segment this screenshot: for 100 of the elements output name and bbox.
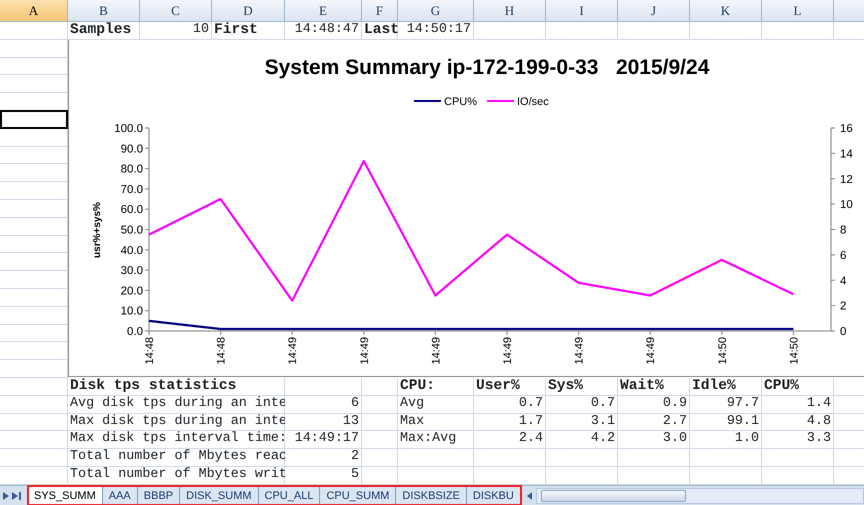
next-sheet-icon[interactable] (3, 492, 9, 500)
axis-tick-label: 4 (840, 275, 846, 288)
table-cell: 10 (140, 22, 212, 40)
axis-tick-label: 14:49 (574, 337, 586, 365)
scroll-left-icon[interactable] (526, 492, 532, 500)
column-header[interactable]: A (0, 0, 68, 22)
axis-tick-label: 2 (840, 300, 846, 313)
sheet-tab[interactable]: CPU_SUMM (320, 486, 396, 505)
sheet-tab[interactable]: SYS_SUMM (28, 486, 103, 505)
axis-tick-label: 60.0 (120, 204, 143, 216)
column-header[interactable]: K (690, 0, 762, 22)
table-cell: 0.7 (546, 396, 618, 414)
sheet-tab[interactable]: DISK_SUMM (180, 486, 259, 505)
table-cell: 3.1 (546, 414, 618, 432)
table-cell: 2 (285, 449, 362, 467)
sheet-tab[interactable]: CPU_ALL (258, 486, 320, 505)
table-cell: 5 (285, 466, 362, 485)
column-header[interactable]: E (285, 0, 362, 22)
table-cell: Max:Avg (398, 431, 474, 450)
column-header[interactable]: G (398, 0, 474, 22)
table-cell: Sys% (546, 378, 618, 396)
table-cell: Max disk tps during an inte (68, 414, 285, 432)
table-cell: Last (362, 22, 398, 40)
axis-tick-label: 50.0 (120, 224, 143, 236)
table-cell: CPU: (398, 378, 474, 396)
horizontal-scrollbar[interactable] (536, 488, 864, 504)
table-cell: Disk tps statistics (68, 378, 285, 396)
axis-tick-label: 0.0 (127, 326, 143, 338)
column-header[interactable]: J (618, 0, 690, 22)
axis-tick-label: 14:50 (716, 337, 729, 365)
table-cell: 0.7 (474, 396, 546, 414)
axis-tick-label: 8 (840, 224, 846, 236)
axis-tick-label: 70.0 (120, 184, 143, 196)
column-header[interactable]: C (140, 0, 212, 22)
axis-tick-label: 80.0 (120, 164, 143, 176)
table-cell: Max disk tps interval time: (68, 431, 285, 450)
sheet-tab[interactable]: DISKBU (466, 486, 521, 505)
column-header[interactable] (834, 0, 864, 22)
table-cell: 0.9 (618, 396, 690, 414)
table-cell: 1.0 (690, 431, 762, 450)
table-cell: 2.4 (474, 431, 546, 450)
chart-title: System Summary ip-172-199-0-33 2015/9/24 (264, 56, 710, 79)
table-cell: User% (474, 378, 546, 396)
table-cell: CPU% (762, 378, 834, 396)
axis-tick-label: 14:49 (430, 337, 442, 365)
axis-tick-label: 14:49 (645, 337, 658, 365)
axis-tick-label: 16 (840, 123, 853, 135)
axis-tick-label: 10 (840, 199, 853, 212)
table-cell: 6 (285, 396, 362, 414)
axis-tick-label: 0 (840, 326, 846, 338)
axis-tick-label: 14:49 (502, 337, 514, 365)
legend-label: CPU% (444, 96, 478, 108)
axis-tick-label: 40.0 (120, 244, 143, 257)
scrollbar-thumb[interactable] (540, 490, 686, 502)
axis-tick-label: 12 (840, 174, 853, 186)
y-axis-title: usr%+sys% (92, 202, 103, 258)
sheet-tab[interactable]: AAA (102, 486, 138, 505)
table-cell: 3.3 (762, 431, 834, 450)
table-cell: Total number of Mbytes reac (68, 449, 285, 467)
axis-tick-label: 6 (840, 250, 846, 262)
table-cell: 4.8 (762, 414, 834, 432)
column-header[interactable]: L (762, 0, 834, 22)
table-cell: Avg disk tps during an inte (68, 396, 285, 414)
table-cell: Samples (68, 22, 140, 40)
column-header[interactable]: B (68, 0, 140, 22)
table-cell: 4.2 (546, 431, 618, 450)
column-header[interactable]: F (362, 0, 398, 22)
axis-tick-label: 14:48 (216, 337, 228, 365)
axis-tick-label: 14:49 (287, 337, 300, 365)
sheet-tab[interactable]: BBBP (138, 486, 180, 505)
table-cell: Total number of Mbytes writ (68, 466, 285, 485)
column-header[interactable]: D (212, 0, 285, 22)
axis-tick-label: 14:50 (788, 337, 800, 365)
axis-tick-label: 10.0 (120, 306, 143, 318)
table-cell: 1.7 (474, 414, 546, 432)
axis-tick-label: 20.0 (120, 285, 143, 298)
table-cell: Max (398, 414, 474, 432)
legend-label: IO/sec (517, 96, 549, 108)
table-cell: 14:49:17 (285, 431, 362, 450)
table-cell: Avg (398, 396, 474, 414)
table-cell: 3.0 (618, 431, 690, 450)
table-cell: Idle% (690, 378, 762, 396)
table-cell: 2.7 (618, 414, 690, 432)
table-cell: 14:50:17 (398, 22, 474, 40)
table-cell: 99.1 (690, 414, 762, 432)
axis-tick-label: 14:48 (144, 337, 156, 365)
axis-tick-label: 100.0 (114, 123, 143, 135)
table-cell[interactable] (0, 110, 68, 129)
table-cell: 13 (285, 414, 362, 432)
sheet-tab[interactable]: DISKBSIZE (396, 486, 467, 505)
last-sheet-icon[interactable] (12, 492, 21, 500)
table-cell: 14:48:47 (285, 22, 362, 40)
column-header[interactable]: H (474, 0, 546, 22)
axis-tick-label: 14 (840, 148, 853, 160)
table-cell: Wait% (618, 378, 690, 396)
table-cell: 97.7 (690, 396, 762, 414)
axis-tick-label: 14:49 (358, 337, 371, 365)
axis-tick-label: 30.0 (120, 265, 143, 278)
column-header[interactable]: I (546, 0, 618, 22)
table-cell: First (212, 22, 285, 40)
